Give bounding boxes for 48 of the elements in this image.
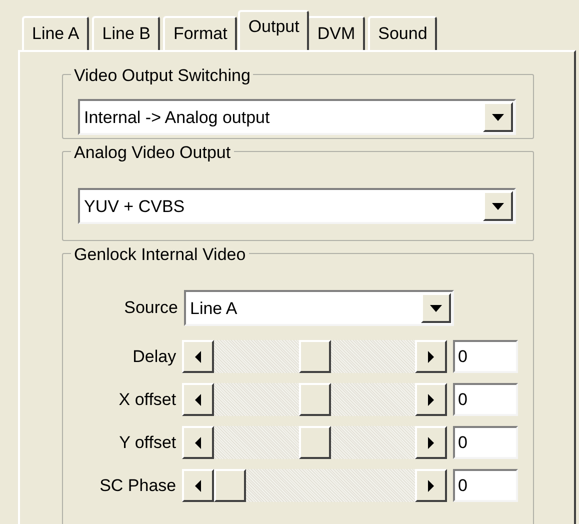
scroll-left-button[interactable] bbox=[182, 340, 214, 373]
value-field[interactable]: 0 bbox=[453, 340, 518, 373]
scroll-left-button[interactable] bbox=[182, 426, 214, 459]
source-dropdown[interactable]: Line A bbox=[184, 290, 454, 326]
scrollbar[interactable] bbox=[182, 426, 448, 459]
dropdown-arrow-button[interactable] bbox=[483, 191, 513, 221]
caret-down-icon bbox=[492, 114, 504, 120]
arrow-left-icon bbox=[195, 350, 202, 362]
scroll-thumb[interactable] bbox=[298, 383, 331, 416]
slider-label: SC Phase bbox=[98, 474, 176, 497]
scroll-right-button[interactable] bbox=[415, 426, 448, 459]
scrollbar[interactable] bbox=[182, 383, 448, 416]
tab[interactable]: Format bbox=[163, 16, 238, 50]
scroll-right-button[interactable] bbox=[415, 383, 448, 416]
arrow-left-icon bbox=[195, 394, 202, 406]
tab[interactable]: Sound bbox=[368, 16, 438, 50]
value-field[interactable]: 0 bbox=[453, 469, 518, 502]
arrow-left-icon bbox=[195, 436, 202, 448]
arrow-right-icon bbox=[428, 394, 434, 406]
slider-label: X offset bbox=[118, 388, 176, 411]
value-field[interactable]: 0 bbox=[453, 426, 518, 459]
scroll-thumb[interactable] bbox=[298, 340, 331, 373]
analog-output-dropdown[interactable]: YUV + CVBS bbox=[78, 188, 516, 224]
video-output-dropdown[interactable]: Internal -> Analog output bbox=[78, 99, 516, 135]
tab[interactable]: DVM bbox=[307, 16, 366, 50]
arrow-right-icon bbox=[428, 480, 434, 492]
dropdown-arrow-button[interactable] bbox=[421, 293, 451, 323]
scrollbar[interactable] bbox=[182, 340, 448, 373]
arrow-right-icon bbox=[428, 436, 434, 448]
scroll-left-button[interactable] bbox=[182, 383, 214, 416]
arrow-right-icon bbox=[428, 350, 434, 362]
dropdown-arrow-button[interactable] bbox=[483, 102, 513, 132]
caret-down-icon bbox=[430, 304, 442, 312]
scroll-left-button[interactable] bbox=[182, 469, 214, 502]
arrow-left-icon bbox=[195, 480, 202, 492]
tab[interactable]: Output bbox=[238, 10, 310, 50]
scroll-thumb[interactable] bbox=[298, 426, 331, 459]
scrollbar[interactable] bbox=[182, 469, 448, 502]
scroll-thumb[interactable] bbox=[214, 469, 246, 502]
caret-down-icon bbox=[492, 202, 504, 210]
tab[interactable]: Line A bbox=[22, 16, 90, 50]
value-field[interactable]: 0 bbox=[453, 383, 518, 416]
scroll-right-button[interactable] bbox=[415, 340, 448, 373]
slider-label: Delay bbox=[132, 346, 176, 368]
scroll-right-button[interactable] bbox=[415, 469, 448, 502]
source-label: Source bbox=[123, 297, 178, 320]
slider-label: Y offset bbox=[118, 432, 176, 454]
tab[interactable]: Line B bbox=[92, 16, 160, 50]
